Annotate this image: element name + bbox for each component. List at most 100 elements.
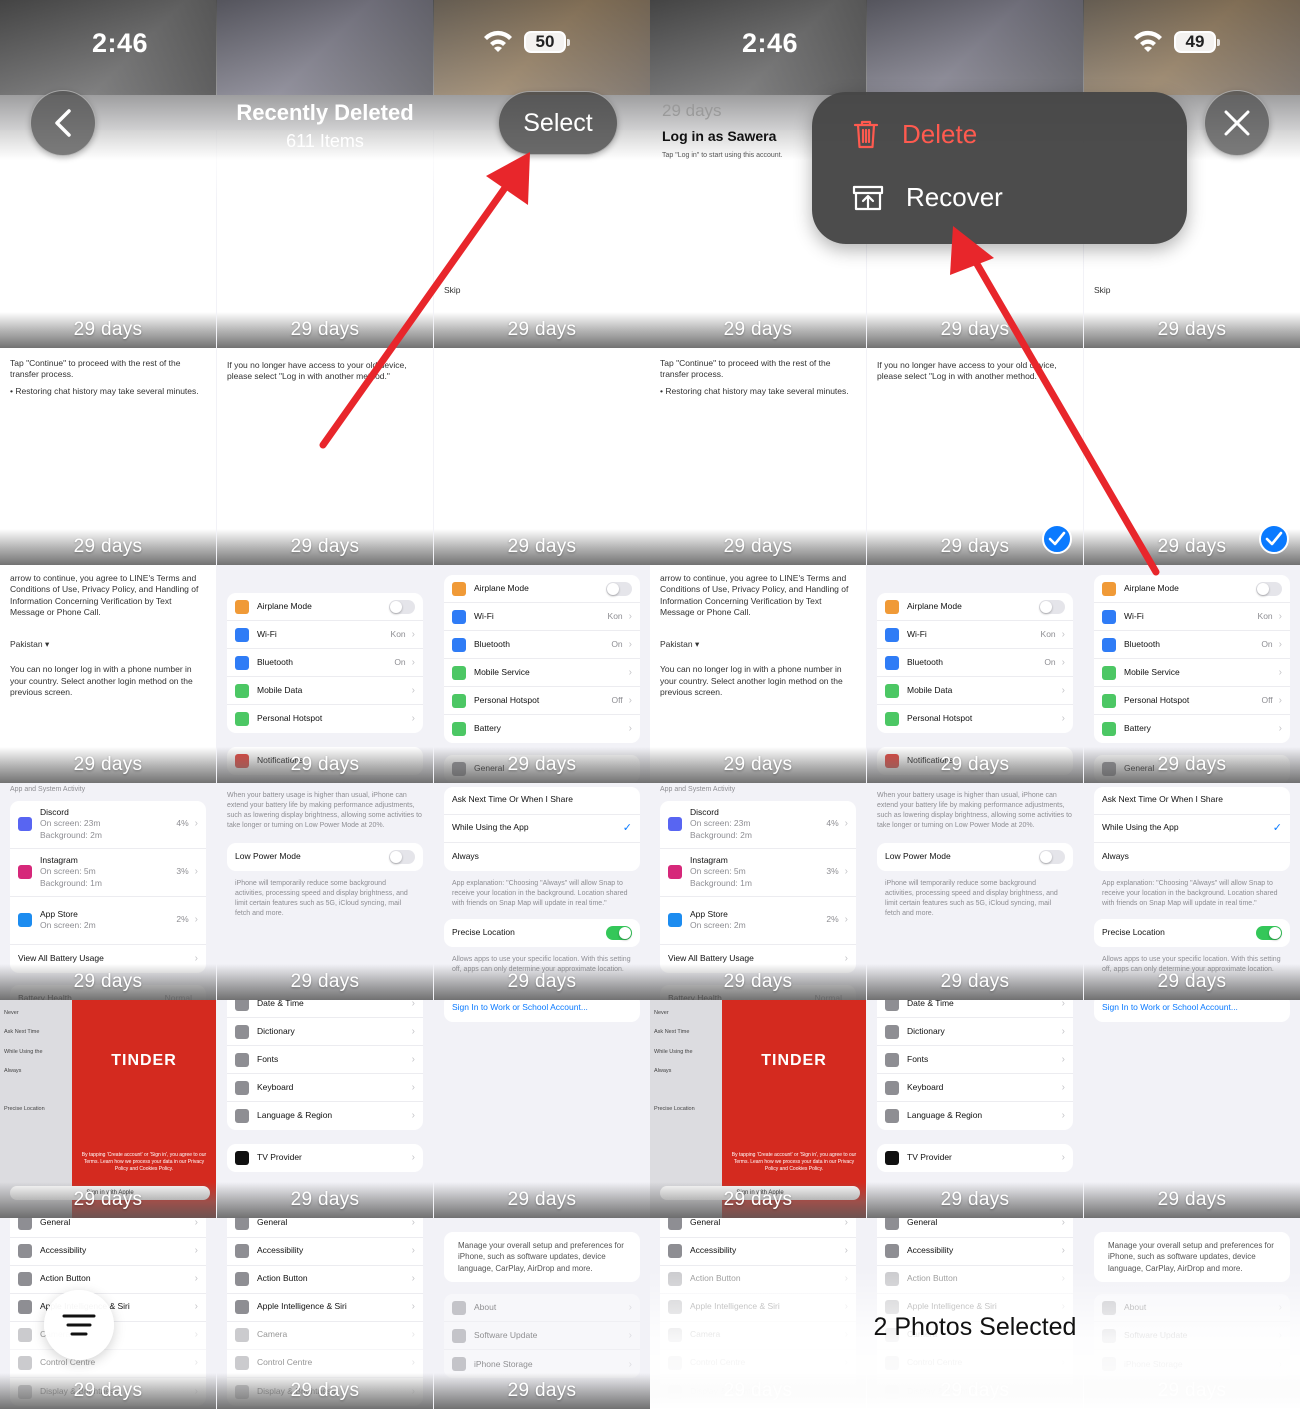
settings-row[interactable]: Airplane Mode [227, 593, 423, 621]
toggle[interactable] [389, 850, 415, 865]
precise-location-row[interactable]: Precise Location [1094, 919, 1290, 947]
photo-thumbnail[interactable]: Sign In to Work or School Account... 29 d… [434, 1000, 650, 1218]
sign-in-work-row[interactable]: Sign In to Work or School Account... [1094, 1000, 1290, 1022]
settings-row[interactable]: Accessibility › [660, 1238, 856, 1266]
back-button[interactable] [30, 90, 96, 156]
photo-thumbnail[interactable]: If you no longer have access to your old… [217, 347, 433, 565]
toggle[interactable] [1256, 581, 1282, 596]
photo-thumbnail[interactable]: Manage your overall setup and preference… [434, 1217, 650, 1409]
settings-row[interactable]: Battery › [444, 715, 640, 743]
toggle[interactable] [389, 599, 415, 614]
settings-row[interactable]: Fonts › [877, 1046, 1073, 1074]
settings-row[interactable]: Date & Time › [877, 1000, 1073, 1018]
photo-thumbnail[interactable]: App and System Activity Discord On screen:… [0, 782, 216, 1000]
settings-row[interactable]: Bluetooth On › [444, 631, 640, 659]
settings-row[interactable]: Keyboard › [877, 1074, 1073, 1102]
settings-row[interactable]: Dictionary › [877, 1018, 1073, 1046]
low-power-row[interactable]: Low Power Mode [877, 843, 1073, 871]
toggle[interactable] [1256, 925, 1282, 940]
settings-row[interactable]: General › [227, 1217, 423, 1238]
location-option[interactable]: Ask Next Time Or When I Share [444, 787, 640, 815]
settings-row[interactable]: Apple Intelligence & Siri › [227, 1294, 423, 1322]
photo-thumbnail[interactable]: Sign In to Work or School Account... 29 d… [1084, 1000, 1300, 1218]
settings-row[interactable]: Mobile Service › [444, 659, 640, 687]
settings-row[interactable]: General › [660, 1217, 856, 1238]
settings-row[interactable]: Camera › [227, 1322, 423, 1350]
settings-row[interactable]: Fonts › [227, 1046, 423, 1074]
toggle[interactable] [606, 925, 632, 940]
battery-app-row[interactable]: Instagram On screen: 5m Background: 1m 3% › [10, 849, 206, 897]
location-option[interactable]: Ask Next Time Or When I Share [1094, 787, 1290, 815]
toggle[interactable] [1039, 850, 1065, 865]
settings-row[interactable]: Airplane Mode [1094, 575, 1290, 603]
recover-menu-item[interactable]: Recover [852, 182, 1003, 213]
settings-row[interactable]: Personal Hotspot Off › [444, 687, 640, 715]
photo-thumbnail[interactable]: Airplane Mode Wi-Fi Kon › Bluetooth On › Mobile… [434, 565, 650, 783]
delete-menu-item[interactable]: Delete [852, 118, 977, 150]
settings-row[interactable]: Mobile Data › [227, 677, 423, 705]
settings-row[interactable]: Wi-Fi Kon › [1094, 603, 1290, 631]
photo-thumbnail[interactable]: arrow to continue, you agree to LINE's T… [650, 565, 866, 783]
photo-thumbnail[interactable]: General›Accessibility›Action Button›Appl… [217, 1217, 433, 1409]
settings-row[interactable]: About › [444, 1294, 640, 1323]
battery-app-row[interactable]: Discord On screen: 23m Background: 2m 4% › [660, 801, 856, 849]
photo-thumbnail[interactable]: arrow to continue, you agree to LINE's T… [0, 565, 216, 783]
settings-row[interactable]: Personal Hotspot › [227, 705, 423, 733]
battery-app-row[interactable]: Discord On screen: 23m Background: 2m 4% › [10, 801, 206, 849]
photo-thumbnail[interactable]: Airplane Mode Wi-Fi Kon › Bluetooth On › Mobile… [867, 565, 1083, 783]
toggle[interactable] [606, 581, 632, 596]
photo-thumbnail[interactable]: When your battery usage is higher than u… [867, 782, 1083, 1000]
settings-row[interactable]: Mobile Service › [1094, 659, 1290, 687]
battery-app-row[interactable]: App Store On screen: 2m 2% › [10, 897, 206, 945]
settings-row[interactable]: Airplane Mode [877, 593, 1073, 621]
location-option[interactable]: Always [444, 843, 640, 871]
settings-row[interactable]: Dictionary › [227, 1018, 423, 1046]
settings-row[interactable]: Wi-Fi Kon › [444, 603, 640, 631]
photo-thumbnail[interactable]: Tap "Continue" to proceed with the rest … [0, 347, 216, 565]
settings-row[interactable]: General › [877, 1217, 1073, 1238]
settings-row[interactable]: Action Button › [227, 1266, 423, 1294]
photo-thumbnail[interactable]: 1 2 3 29 days [434, 347, 650, 565]
photo-thumbnail[interactable]: Never Ask Next Time While Using the Always P… [650, 1000, 866, 1218]
settings-row[interactable]: Software Update › [444, 1322, 640, 1351]
settings-row[interactable]: Bluetooth On › [877, 649, 1073, 677]
location-option[interactable]: While Using the App ✓ [1094, 815, 1290, 843]
selected-checkmark[interactable] [1042, 524, 1072, 554]
low-power-row[interactable]: Low Power Mode [227, 843, 423, 871]
location-option[interactable]: Always [1094, 843, 1290, 871]
location-option[interactable]: While Using the App ✓ [444, 815, 640, 843]
photo-thumbnail[interactable]: Date & Time › Dictionary › Fonts › Keyboard › La… [867, 1000, 1083, 1218]
menu-button[interactable] [44, 1290, 114, 1360]
settings-row[interactable]: Personal Hotspot Off › [1094, 687, 1290, 715]
photo-thumbnail[interactable]: Date & Time › Dictionary › Fonts › Keyboard › La… [217, 1000, 433, 1218]
settings-row[interactable]: Language & Region › [227, 1102, 423, 1130]
close-button[interactable] [1204, 90, 1270, 156]
settings-row[interactable]: Accessibility › [10, 1238, 206, 1266]
settings-row[interactable]: TV Provider › [877, 1144, 1073, 1172]
settings-row[interactable]: Airplane Mode [444, 575, 640, 603]
photo-thumbnail[interactable]: Tap "Continue" to proceed with the rest … [650, 347, 866, 565]
photo-thumbnail[interactable]: Ask Next Time Or When I Share While Using… [434, 782, 650, 1000]
settings-row[interactable]: Wi-Fi Kon › [227, 621, 423, 649]
settings-row[interactable]: Accessibility › [877, 1238, 1073, 1266]
settings-row[interactable]: Date & Time › [227, 1000, 423, 1018]
battery-app-row[interactable]: Instagram On screen: 5m Background: 1m 3% › [660, 849, 856, 897]
settings-row[interactable]: Language & Region › [877, 1102, 1073, 1130]
photo-thumbnail[interactable]: Airplane Mode Wi-Fi Kon › Bluetooth On › Mobile… [217, 565, 433, 783]
photo-thumbnail[interactable]: App and System Activity Discord On screen:… [650, 782, 866, 1000]
precise-location-row[interactable]: Precise Location [444, 919, 640, 947]
photo-thumbnail[interactable]: Airplane Mode Wi-Fi Kon › Bluetooth On › Mobile… [1084, 565, 1300, 783]
photo-thumbnail[interactable]: When your battery usage is higher than u… [217, 782, 433, 1000]
sign-in-work-row[interactable]: Sign In to Work or School Account... [444, 1000, 640, 1022]
settings-row[interactable]: Accessibility › [227, 1238, 423, 1266]
select-button[interactable]: Select [498, 91, 618, 155]
settings-row[interactable]: Personal Hotspot › [877, 705, 1073, 733]
settings-row[interactable]: Mobile Data › [877, 677, 1073, 705]
settings-row[interactable]: Keyboard › [227, 1074, 423, 1102]
settings-row[interactable]: Wi-Fi Kon › [877, 621, 1073, 649]
photo-thumbnail[interactable]: Never Ask Next Time While Using the Always P… [0, 1000, 216, 1218]
settings-row[interactable]: Action Button › [10, 1266, 206, 1294]
photo-thumbnail[interactable]: Ask Next Time Or When I Share While Using… [1084, 782, 1300, 1000]
settings-row[interactable]: Battery › [1094, 715, 1290, 743]
settings-row[interactable]: Bluetooth On › [1094, 631, 1290, 659]
